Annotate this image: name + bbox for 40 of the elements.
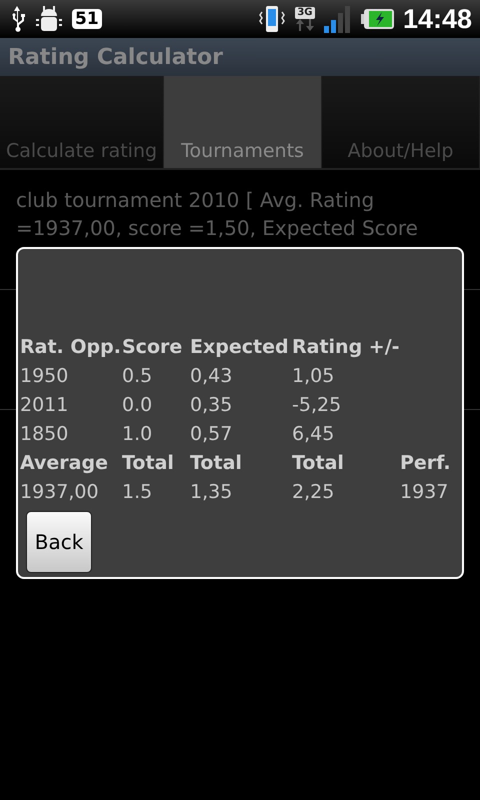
summary-value: 1937,00	[20, 480, 100, 505]
column-header: Rat. Opp.	[20, 335, 122, 360]
column-header: Expected	[190, 335, 290, 360]
table-cell-text: 0,35	[190, 393, 234, 418]
table-cell-text: -5,25	[292, 393, 342, 418]
summary-value: 1,35	[190, 480, 234, 505]
table-cell-text: 1.0	[122, 422, 154, 447]
table-cell-text: 0.5	[122, 364, 154, 389]
notification-count: 51	[72, 9, 102, 29]
tab[interactable]: About/Help	[322, 76, 480, 168]
summary-value: 2,25	[292, 480, 336, 505]
summary-value: 1937	[400, 480, 450, 505]
table-cell-text: 0,57	[190, 422, 234, 447]
table-cell-text: 1850	[20, 422, 70, 447]
tab[interactable]: Tournaments	[164, 76, 322, 168]
summary-label: Total	[292, 451, 345, 476]
summary-value: 1.5	[122, 480, 154, 505]
table-cell-text: 2011	[20, 393, 70, 418]
summary-label: Perf.	[400, 451, 452, 476]
app-title: Rating Calculator	[8, 44, 224, 70]
table-cell-text: 1950	[20, 364, 70, 389]
signal-icon	[322, 4, 353, 34]
network-type: 3G	[295, 7, 315, 19]
summary-label: Total	[122, 451, 175, 476]
table-cell-text: 6,45	[292, 422, 336, 447]
column-header: Rating +/-	[292, 335, 400, 360]
summary-label: Total	[190, 451, 243, 476]
summary-label: Average	[20, 451, 109, 476]
clock: 14:48	[402, 4, 472, 34]
table-cell-text: 0,43	[190, 364, 234, 389]
tournament-item[interactable]: club tournament 2010 [ Avg. Rating =1937,00, score =1,50, Expected Score	[16, 186, 464, 242]
table-cell-text: 1,05	[292, 364, 336, 389]
battery-icon	[360, 8, 395, 30]
android-icon	[34, 4, 64, 34]
data-arrows-icon	[294, 19, 315, 31]
tab[interactable]: Calculate rating	[0, 76, 164, 168]
back-button[interactable]: Back	[26, 511, 92, 573]
vibrate-icon	[256, 4, 287, 34]
table-cell-text: 0.0	[122, 393, 154, 418]
column-header: Score	[122, 335, 184, 360]
